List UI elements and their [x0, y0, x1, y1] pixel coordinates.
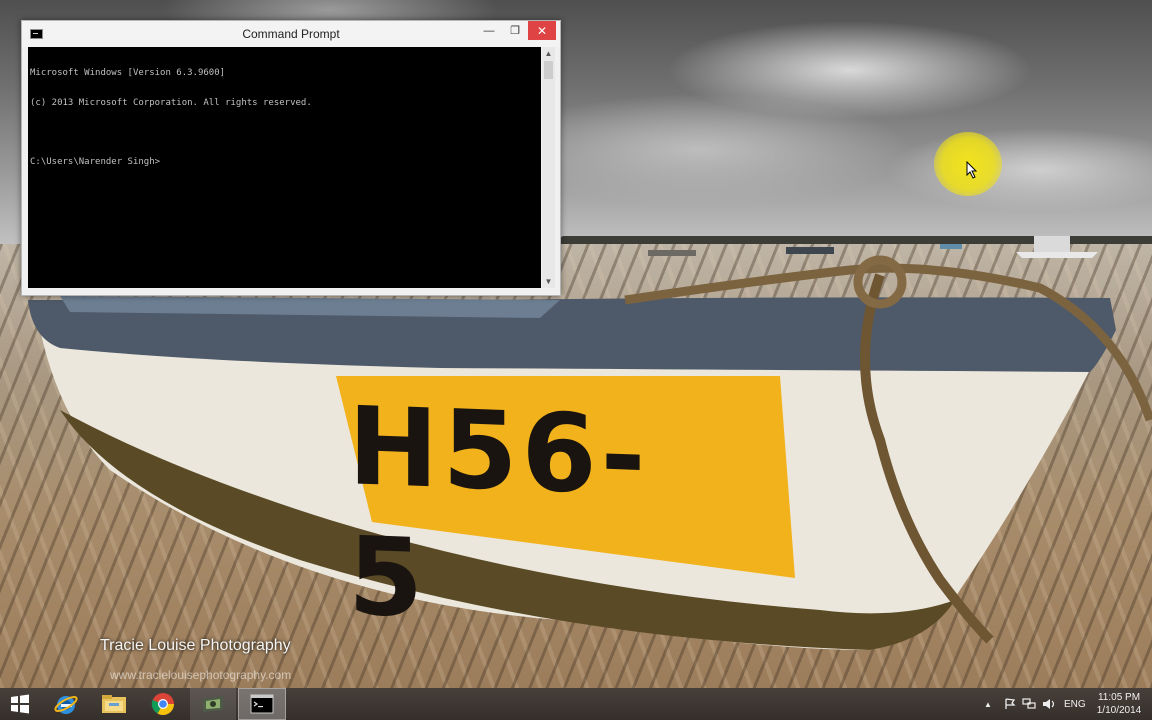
- close-button[interactable]: ✕: [528, 21, 556, 40]
- maximize-button[interactable]: ❐: [502, 21, 528, 40]
- network-icon: [1022, 698, 1036, 709]
- window-titlebar[interactable]: Command Prompt — ❐ ✕: [22, 21, 560, 47]
- taskbar-file-explorer[interactable]: [94, 688, 134, 720]
- console-output[interactable]: Microsoft Windows [Version 6.3.9600] (c)…: [28, 47, 541, 288]
- taskbar-app[interactable]: [190, 688, 236, 720]
- input-language-indicator[interactable]: ENG: [1064, 688, 1086, 720]
- volume-icon[interactable]: [1042, 688, 1056, 720]
- watermark-title: Tracie Louise Photography: [100, 637, 291, 654]
- console-line: Microsoft Windows [Version 6.3.9600]: [30, 68, 226, 78]
- console-prompt-line[interactable]: C:\Users\Narender Singh>: [30, 157, 539, 167]
- scroll-thumb[interactable]: [544, 61, 553, 79]
- distant-boat: [648, 250, 696, 256]
- flag-icon: [1005, 698, 1016, 709]
- watermark-url: www.tracielouisephotography.com: [110, 668, 292, 682]
- distant-boat: [1016, 252, 1098, 258]
- distant-boat-cabin: [1034, 236, 1070, 252]
- vertical-scrollbar[interactable]: ▲ ▼: [542, 47, 555, 288]
- command-prompt-window[interactable]: Command Prompt — ❐ ✕ Microsoft Windows […: [21, 20, 561, 296]
- taskbar-internet-explorer[interactable]: [46, 688, 86, 720]
- chrome-icon: [151, 693, 174, 715]
- action-center-icon[interactable]: [1004, 688, 1016, 720]
- start-button[interactable]: [0, 688, 40, 720]
- distant-boat: [786, 247, 834, 254]
- file-explorer-icon: [102, 695, 126, 713]
- taskbar-chrome[interactable]: [142, 688, 184, 720]
- clock-time: 11:05 PM: [1097, 692, 1141, 703]
- windows-logo-icon: [11, 694, 29, 714]
- scroll-down-arrow-icon[interactable]: ▼: [542, 275, 555, 288]
- command-prompt-icon: [250, 694, 274, 714]
- distant-boat: [940, 244, 962, 249]
- clock-date: 1/10/2014: [1096, 705, 1142, 716]
- taskbar: ▲ ENG 11:05 PM 1/10/2014: [0, 688, 1152, 720]
- console-line: (c) 2013 Microsoft Corporation. All righ…: [30, 98, 312, 108]
- speaker-icon: [1043, 699, 1055, 709]
- taskbar-command-prompt[interactable]: [238, 688, 286, 720]
- boat-number: H56-5: [348, 384, 650, 643]
- network-icon[interactable]: [1022, 688, 1036, 720]
- minimize-button[interactable]: —: [476, 21, 502, 40]
- mouse-pointer-icon: [966, 161, 978, 179]
- internet-explorer-icon: [54, 696, 78, 714]
- app-icon: [203, 696, 223, 712]
- show-hidden-icons-button[interactable]: ▲: [984, 688, 992, 720]
- taskbar-clock[interactable]: 11:05 PM 1/10/2014: [1092, 691, 1146, 717]
- scroll-up-arrow-icon[interactable]: ▲: [542, 47, 555, 60]
